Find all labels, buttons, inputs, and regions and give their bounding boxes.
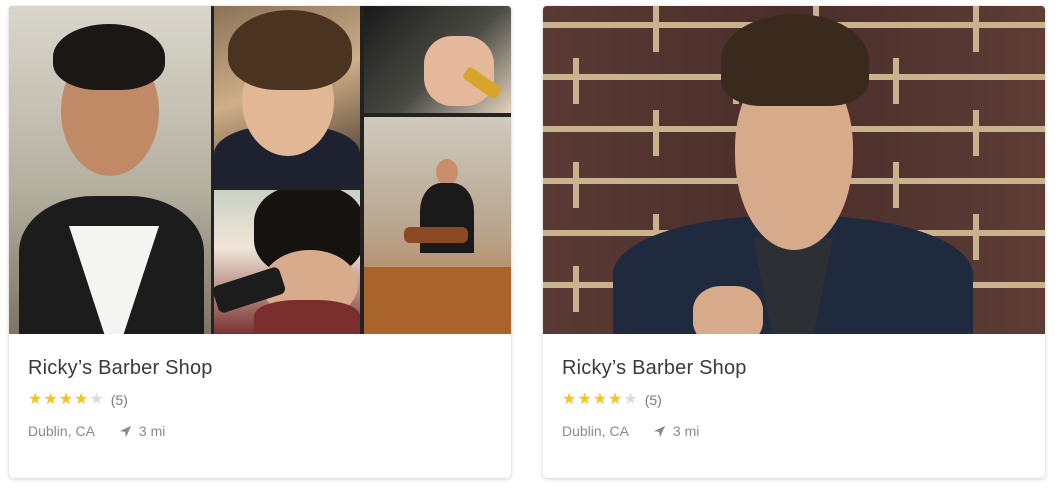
star-icon: ★ bbox=[577, 391, 592, 408]
location-label: Dublin, CA bbox=[562, 423, 629, 439]
shop-photo bbox=[543, 6, 1045, 334]
distance-label: 3 mi bbox=[138, 423, 166, 439]
hair-styling-photo bbox=[214, 6, 360, 187]
star-icon: ★ bbox=[43, 391, 58, 408]
navigation-arrow-icon bbox=[653, 425, 666, 437]
star-icon: ★ bbox=[562, 391, 577, 408]
shop-title[interactable]: Ricky’s Barber Shop bbox=[562, 355, 1026, 381]
star-icon: ★ bbox=[623, 391, 638, 408]
shop-title[interactable]: Ricky’s Barber Shop bbox=[28, 355, 492, 381]
location-label: Dublin, CA bbox=[28, 423, 95, 439]
star-icon: ★ bbox=[58, 391, 74, 408]
star-icon: ★ bbox=[89, 391, 104, 408]
distance-label: 3 mi bbox=[672, 423, 700, 439]
scissors-cutting-photo bbox=[364, 6, 511, 113]
star-icon: ★ bbox=[28, 391, 43, 408]
star-icon: ★ bbox=[592, 391, 608, 408]
barber-shop-interior-photo bbox=[364, 117, 511, 334]
clipper-trim-photo bbox=[214, 190, 360, 334]
navigation-arrow-icon bbox=[119, 425, 132, 437]
review-count: (5) bbox=[110, 392, 128, 408]
star-rating: ★ ★ ★ ★ ★ (5) bbox=[28, 391, 492, 409]
shop-photo-collage bbox=[9, 6, 511, 334]
shop-card[interactable]: Ricky’s Barber Shop ★ ★ ★ ★ ★ (5) Dublin… bbox=[9, 6, 511, 478]
star-icon: ★ bbox=[608, 391, 623, 408]
review-count: (5) bbox=[644, 392, 662, 408]
star-icon: ★ bbox=[74, 391, 89, 408]
shop-card[interactable]: Ricky’s Barber Shop ★ ★ ★ ★ ★ (5) Dublin… bbox=[543, 6, 1045, 478]
barber-portrait-photo bbox=[9, 6, 211, 334]
star-rating: ★ ★ ★ ★ ★ (5) bbox=[562, 391, 1026, 409]
